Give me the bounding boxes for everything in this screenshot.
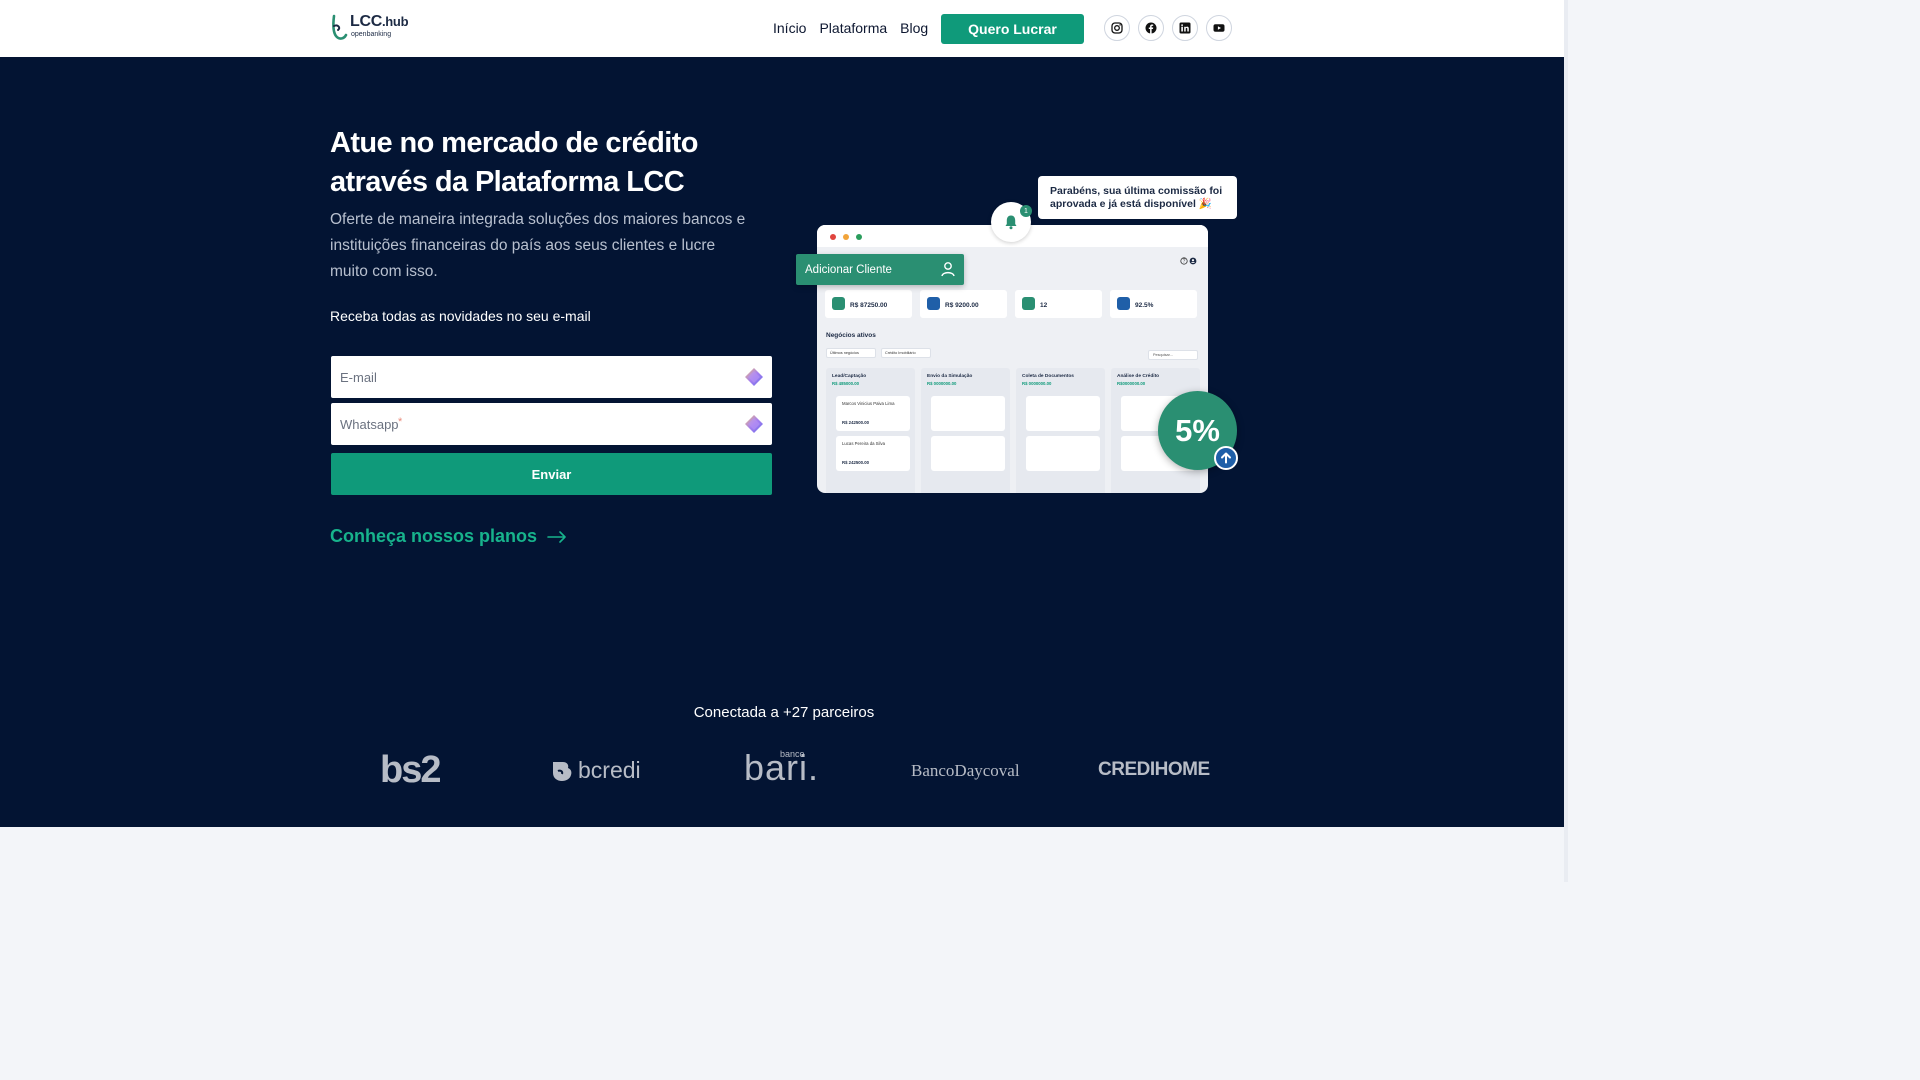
partners-label: Conectada a +27 parceiros: [693, 704, 875, 721]
lead-name: Marcos Vinicius Paiva Lima: [842, 401, 895, 406]
planos-link[interactable]: Conheça nossos planos: [330, 526, 567, 547]
filter-dropdown[interactable]: Crédito Imobiliário: [881, 348, 931, 358]
empty-card: [931, 436, 1005, 471]
dollar-icon: [832, 297, 845, 310]
logo-mark-icon: [330, 14, 348, 42]
bcredi-logo: bcredi: [549, 757, 641, 784]
hero-section: Atue no mercado de crédito através da Pl…: [0, 57, 1568, 827]
kanban-columns: Lead/Captação R$ 485000.00 Marcos Vinici…: [826, 368, 1200, 493]
commission-notification: Parabéns, sua última comissão foi aprova…: [1038, 176, 1237, 219]
page-scrollbar[interactable]: [1564, 0, 1568, 882]
stat-card: 92.5%: [1110, 290, 1197, 318]
briefcase-icon: [1022, 297, 1035, 310]
column-title: Envio da Simulação: [927, 374, 973, 379]
stat-card: 12: [1015, 290, 1102, 318]
credihome-logo: CREDIHOME: [1098, 759, 1210, 780]
stat-card: R$ 9200.00: [920, 290, 1007, 318]
hero-subtitle: Oferte de maneira integrada soluções dos…: [330, 211, 746, 280]
column-title: Lead/Captação: [832, 374, 867, 379]
add-client-label: Adicionar Cliente: [805, 263, 892, 276]
bs2-logo: bs2: [380, 749, 442, 791]
stat-cards: R$ 87250.00 R$ 9200.00 12 92.5%: [825, 290, 1197, 318]
planos-link-label: Conheça nossos planos: [330, 526, 538, 546]
lcc-hub-logo[interactable]: LCC.hub openbanking: [330, 13, 409, 44]
logo-main-text: LCC.hub: [350, 13, 409, 30]
logo-sub-text: openbanking: [351, 31, 392, 38]
stat-card: R$ 87250.00: [825, 290, 912, 318]
bell-icon: [1005, 215, 1017, 230]
kanban-column: Envio da Simulação R$ 0000000.00: [921, 368, 1010, 493]
social-links: [1104, 15, 1232, 41]
bari-logo-small: banco: [780, 749, 805, 759]
email-field-wrapper: [331, 356, 772, 398]
deal-filters: Últimos negócios Crédito Imobiliário: [826, 348, 931, 358]
stat-value: R$ 9200.00: [945, 302, 979, 309]
stat-value: R$ 87250.00: [850, 302, 888, 309]
add-client-button[interactable]: Adicionar Cliente: [796, 254, 964, 285]
empty-card: [1026, 436, 1100, 471]
filter-dropdown[interactable]: Últimos negócios: [826, 348, 876, 358]
required-asterisk: *: [398, 416, 403, 428]
column-total: R$ 485000.00: [832, 381, 859, 386]
stat-value: 12: [1040, 302, 1048, 309]
quero-lucrar-button[interactable]: Quero Lucrar: [941, 14, 1084, 44]
enviar-button[interactable]: Enviar: [331, 453, 772, 495]
autofill-extension-icon[interactable]: [744, 414, 764, 434]
deal-search-input[interactable]: Pesquisar...: [1148, 350, 1198, 360]
svg-text:?: ?: [1183, 259, 1186, 265]
whatsapp-field-wrapper: *: [331, 403, 772, 445]
nav-plataforma[interactable]: Plataforma: [819, 18, 887, 38]
autofill-extension-icon[interactable]: [744, 367, 764, 387]
lead-card[interactable]: Lucas Pereira da Silva R$ 242500.00: [836, 436, 910, 471]
lead-name: Lucas Pereira da Silva: [842, 441, 885, 446]
hero-title: Atue no mercado de crédito através da Pl…: [330, 127, 699, 198]
window-minimize-dot: [843, 234, 849, 240]
empty-card: [1026, 396, 1100, 431]
window-close-dot: [830, 234, 836, 240]
lead-value: R$ 242500.00: [842, 460, 869, 465]
main-nav: Início Plataforma Blog: [773, 18, 928, 38]
site-header: LCC.hub openbanking Início Plataforma Bl…: [0, 0, 1568, 57]
daycoval-logo: BancoDaycoval: [911, 761, 1020, 780]
pie-chart-icon: [1117, 297, 1130, 310]
nav-blog[interactable]: Blog: [900, 18, 928, 38]
column-title: Coleta de Documentos: [1022, 374, 1074, 379]
active-deals-title: Negócios ativos: [826, 332, 876, 339]
arrow-right-icon: [547, 530, 566, 543]
instagram-icon[interactable]: [1104, 15, 1130, 41]
kanban-column: Lead/Captação R$ 485000.00 Marcos Vinici…: [826, 368, 915, 493]
bari-logo: banco bari.: [744, 747, 819, 789]
linkedin-icon[interactable]: [1172, 15, 1198, 41]
user-icon: [941, 262, 955, 277]
notification-bell[interactable]: 1: [991, 202, 1032, 242]
calendar-icon: [927, 297, 940, 310]
notification-count: 1: [1020, 205, 1032, 217]
stat-value: 92.5%: [1135, 302, 1154, 309]
window-maximize-dot: [856, 234, 862, 240]
column-total: R$0000000.00: [1117, 381, 1146, 386]
nav-inicio[interactable]: Início: [773, 18, 806, 38]
column-total: R$ 0000000.00: [927, 381, 957, 386]
column-title: Análise de Crédito: [1117, 374, 1160, 379]
empty-card: [931, 396, 1005, 431]
arrow-up-icon: [1214, 446, 1238, 470]
help-user-icons: ?: [1180, 257, 1198, 267]
email-field[interactable]: [331, 356, 772, 398]
lead-value: R$ 242500.00: [842, 420, 869, 425]
youtube-icon[interactable]: [1206, 15, 1232, 41]
bcredi-logo-text: bcredi: [578, 757, 641, 783]
facebook-icon[interactable]: [1138, 15, 1164, 41]
newsletter-label: Receba todas as novidades no seu e-mail: [330, 308, 591, 324]
lead-card[interactable]: Marcos Vinicius Paiva Lima R$ 242500.00: [836, 396, 910, 431]
kanban-column: Coleta de Documentos R$ 0000000.00: [1016, 368, 1105, 493]
column-total: R$ 0000000.00: [1022, 381, 1052, 386]
